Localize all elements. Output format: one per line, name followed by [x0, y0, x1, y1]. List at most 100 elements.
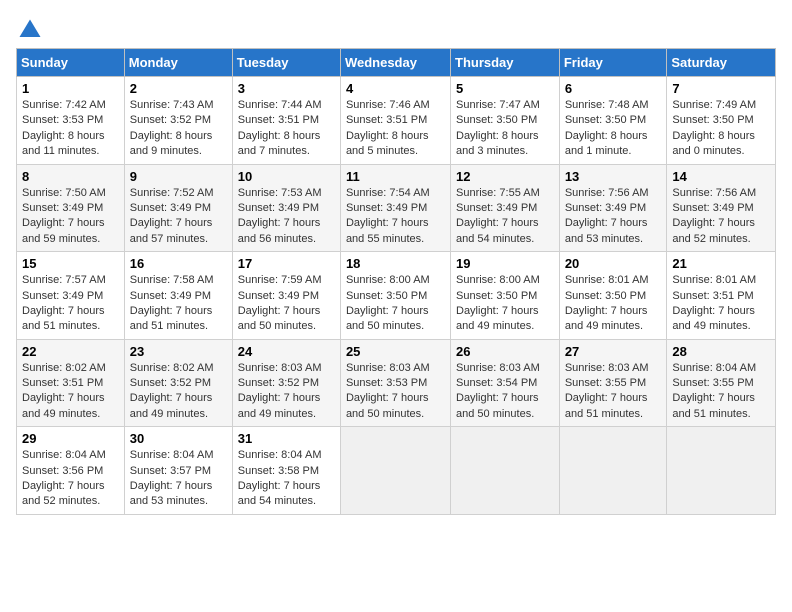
- day-info: Sunrise: 8:01 AMSunset: 3:51 PMDaylight:…: [672, 274, 756, 332]
- calendar-cell: 12 Sunrise: 7:55 AMSunset: 3:49 PMDayligh…: [451, 164, 560, 252]
- calendar-cell: 25Sunrise: 8:03 AMSunset: 3:53 PMDayligh…: [340, 339, 450, 427]
- day-number: 20: [565, 256, 662, 271]
- calendar-cell: [667, 427, 776, 515]
- calendar-cell: 19 Sunrise: 8:00 AMSunset: 3:50 PMDayligh…: [451, 252, 560, 340]
- day-number: 26: [456, 344, 554, 359]
- calendar-week-1: 1Sunrise: 7:42 AMSunset: 3:53 PMDaylight…: [17, 77, 776, 165]
- day-info: Sunrise: 8:04 AMSunset: 3:56 PMDaylight:…: [22, 449, 106, 507]
- calendar-cell: 15 Sunrise: 7:57 AMSunset: 3:49 PMDayligh…: [17, 252, 125, 340]
- page-header: [16, 16, 776, 44]
- logo: [16, 16, 48, 44]
- calendar-table: SundayMondayTuesdayWednesdayThursdayFrid…: [16, 48, 776, 515]
- calendar-week-3: 15 Sunrise: 7:57 AMSunset: 3:49 PMDayligh…: [17, 252, 776, 340]
- calendar-cell: 5 Sunrise: 7:47 AMSunset: 3:50 PMDaylight…: [451, 77, 560, 165]
- calendar-cell: 23Sunrise: 8:02 AMSunset: 3:52 PMDayligh…: [124, 339, 232, 427]
- day-number: 13: [565, 169, 662, 184]
- day-number: 18: [346, 256, 445, 271]
- calendar-cell: 13 Sunrise: 7:56 AMSunset: 3:49 PMDayligh…: [559, 164, 667, 252]
- day-number: 7: [672, 81, 770, 96]
- day-info: Sunrise: 7:50 AMSunset: 3:49 PMDaylight:…: [22, 187, 106, 245]
- day-number: 11: [346, 169, 445, 184]
- day-info: Sunrise: 7:55 AMSunset: 3:49 PMDaylight:…: [456, 187, 540, 245]
- col-header-saturday: Saturday: [667, 49, 776, 77]
- calendar-cell: [451, 427, 560, 515]
- day-info: Sunrise: 8:04 AMSunset: 3:57 PMDaylight:…: [130, 449, 214, 507]
- col-header-sunday: Sunday: [17, 49, 125, 77]
- col-header-thursday: Thursday: [451, 49, 560, 77]
- calendar-cell: 11 Sunrise: 7:54 AMSunset: 3:49 PMDayligh…: [340, 164, 450, 252]
- logo-icon: [16, 16, 44, 44]
- day-number: 4: [346, 81, 445, 96]
- calendar-cell: [340, 427, 450, 515]
- day-number: 24: [238, 344, 335, 359]
- day-number: 6: [565, 81, 662, 96]
- day-info: Sunrise: 8:00 AMSunset: 3:50 PMDaylight:…: [456, 274, 540, 332]
- day-info: Sunrise: 8:00 AMSunset: 3:50 PMDaylight:…: [346, 274, 430, 332]
- day-number: 27: [565, 344, 662, 359]
- day-info: Sunrise: 7:42 AMSunset: 3:53 PMDaylight:…: [22, 99, 106, 157]
- calendar-cell: 18 Sunrise: 8:00 AMSunset: 3:50 PMDayligh…: [340, 252, 450, 340]
- day-number: 23: [130, 344, 227, 359]
- calendar-week-5: 29Sunrise: 8:04 AMSunset: 3:56 PMDayligh…: [17, 427, 776, 515]
- day-info: Sunrise: 7:58 AMSunset: 3:49 PMDaylight:…: [130, 274, 214, 332]
- calendar-week-4: 22 Sunrise: 8:02 AMSunset: 3:51 PMDayligh…: [17, 339, 776, 427]
- calendar-cell: 8Sunrise: 7:50 AMSunset: 3:49 PMDaylight…: [17, 164, 125, 252]
- day-info: Sunrise: 7:46 AMSunset: 3:51 PMDaylight:…: [346, 99, 430, 157]
- day-number: 17: [238, 256, 335, 271]
- calendar-cell: 20 Sunrise: 8:01 AMSunset: 3:50 PMDayligh…: [559, 252, 667, 340]
- column-headers: SundayMondayTuesdayWednesdayThursdayFrid…: [17, 49, 776, 77]
- day-info: Sunrise: 7:43 AMSunset: 3:52 PMDaylight:…: [130, 99, 214, 157]
- day-number: 19: [456, 256, 554, 271]
- calendar-cell: 9 Sunrise: 7:52 AMSunset: 3:49 PMDaylight…: [124, 164, 232, 252]
- day-number: 15: [22, 256, 119, 271]
- calendar-cell: 29Sunrise: 8:04 AMSunset: 3:56 PMDayligh…: [17, 427, 125, 515]
- day-number: 25: [346, 344, 445, 359]
- day-number: 31: [238, 431, 335, 446]
- calendar-cell: 31 Sunrise: 8:04 AMSunset: 3:58 PMDayligh…: [232, 427, 340, 515]
- col-header-friday: Friday: [559, 49, 667, 77]
- calendar-cell: 2Sunrise: 7:43 AMSunset: 3:52 PMDaylight…: [124, 77, 232, 165]
- calendar-cell: 26 Sunrise: 8:03 AMSunset: 3:54 PMDayligh…: [451, 339, 560, 427]
- day-info: Sunrise: 8:03 AMSunset: 3:55 PMDaylight:…: [565, 362, 649, 420]
- calendar-cell: 14Sunrise: 7:56 AMSunset: 3:49 PMDayligh…: [667, 164, 776, 252]
- day-info: Sunrise: 7:48 AMSunset: 3:50 PMDaylight:…: [565, 99, 649, 157]
- calendar-cell: 17Sunrise: 7:59 AMSunset: 3:49 PMDayligh…: [232, 252, 340, 340]
- col-header-tuesday: Tuesday: [232, 49, 340, 77]
- day-number: 28: [672, 344, 770, 359]
- calendar-cell: 7 Sunrise: 7:49 AMSunset: 3:50 PMDaylight…: [667, 77, 776, 165]
- calendar-cell: 10 Sunrise: 7:53 AMSunset: 3:49 PMDayligh…: [232, 164, 340, 252]
- day-info: Sunrise: 8:04 AMSunset: 3:55 PMDaylight:…: [672, 362, 756, 420]
- day-info: Sunrise: 8:03 AMSunset: 3:54 PMDaylight:…: [456, 362, 540, 420]
- day-number: 12: [456, 169, 554, 184]
- calendar-cell: 1Sunrise: 7:42 AMSunset: 3:53 PMDaylight…: [17, 77, 125, 165]
- calendar-cell: 30 Sunrise: 8:04 AMSunset: 3:57 PMDayligh…: [124, 427, 232, 515]
- day-info: Sunrise: 7:47 AMSunset: 3:50 PMDaylight:…: [456, 99, 540, 157]
- day-info: Sunrise: 7:52 AMSunset: 3:49 PMDaylight:…: [130, 187, 214, 245]
- day-info: Sunrise: 8:04 AMSunset: 3:58 PMDaylight:…: [238, 449, 322, 507]
- col-header-monday: Monday: [124, 49, 232, 77]
- day-info: Sunrise: 7:49 AMSunset: 3:50 PMDaylight:…: [672, 99, 756, 157]
- day-number: 21: [672, 256, 770, 271]
- day-number: 30: [130, 431, 227, 446]
- day-info: Sunrise: 7:54 AMSunset: 3:49 PMDaylight:…: [346, 187, 430, 245]
- day-number: 14: [672, 169, 770, 184]
- calendar-cell: 21 Sunrise: 8:01 AMSunset: 3:51 PMDayligh…: [667, 252, 776, 340]
- day-info: Sunrise: 8:01 AMSunset: 3:50 PMDaylight:…: [565, 274, 649, 332]
- day-info: Sunrise: 7:44 AMSunset: 3:51 PMDaylight:…: [238, 99, 322, 157]
- calendar-cell: [559, 427, 667, 515]
- day-info: Sunrise: 7:56 AMSunset: 3:49 PMDaylight:…: [565, 187, 649, 245]
- calendar-cell: 28 Sunrise: 8:04 AMSunset: 3:55 PMDayligh…: [667, 339, 776, 427]
- day-info: Sunrise: 7:53 AMSunset: 3:49 PMDaylight:…: [238, 187, 322, 245]
- calendar-cell: 27 Sunrise: 8:03 AMSunset: 3:55 PMDayligh…: [559, 339, 667, 427]
- day-number: 10: [238, 169, 335, 184]
- calendar-cell: 4 Sunrise: 7:46 AMSunset: 3:51 PMDaylight…: [340, 77, 450, 165]
- calendar-week-2: 8Sunrise: 7:50 AMSunset: 3:49 PMDaylight…: [17, 164, 776, 252]
- day-number: 3: [238, 81, 335, 96]
- calendar-cell: 3 Sunrise: 7:44 AMSunset: 3:51 PMDaylight…: [232, 77, 340, 165]
- calendar-cell: 16Sunrise: 7:58 AMSunset: 3:49 PMDayligh…: [124, 252, 232, 340]
- day-number: 9: [130, 169, 227, 184]
- day-number: 22: [22, 344, 119, 359]
- day-info: Sunrise: 8:02 AMSunset: 3:51 PMDaylight:…: [22, 362, 106, 420]
- day-info: Sunrise: 7:57 AMSunset: 3:49 PMDaylight:…: [22, 274, 106, 332]
- day-number: 5: [456, 81, 554, 96]
